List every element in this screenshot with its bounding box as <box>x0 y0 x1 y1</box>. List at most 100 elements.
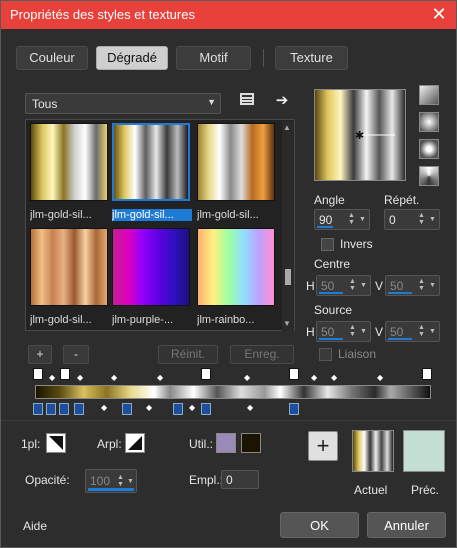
gallery-item-selected[interactable]: jlm-gold-sil... <box>112 123 192 221</box>
gallery-item[interactable]: jlm-gold-sil... <box>197 123 275 221</box>
spinner-arrows-icon[interactable]: ▲ ▼ <box>348 212 355 226</box>
chevron-down-icon[interactable]: ▼ <box>359 216 366 223</box>
user-color-swatch-2[interactable] <box>241 433 261 453</box>
opacity-level-bar <box>88 488 134 491</box>
rectangular-style-button[interactable] <box>419 112 439 132</box>
top-stop[interactable] <box>422 368 432 380</box>
gallery-scrollbar[interactable]: ▲ ▼ <box>282 121 294 331</box>
center-v-spinner[interactable]: 50 ▲ ▼ ▼ <box>385 275 440 296</box>
filter-dropdown[interactable]: Tous ▼ <box>25 93 221 114</box>
spinner-arrows-icon[interactable]: ▲ ▼ <box>349 278 356 292</box>
add-gradient-button[interactable]: + <box>28 345 52 364</box>
chevron-down-icon[interactable]: ▼ <box>429 216 436 223</box>
source-v-spinner[interactable]: 50 ▲ ▼ ▼ <box>385 321 440 342</box>
opacity-spinner[interactable]: 100 ▲ ▼ ▼ <box>85 469 137 493</box>
angle-value: 90 <box>319 213 333 227</box>
radial-style-button[interactable] <box>419 139 439 159</box>
midpoint-diamond[interactable]: ◆ <box>49 373 55 382</box>
chevron-down-icon[interactable]: ▼ <box>360 282 367 289</box>
ok-button[interactable]: OK <box>280 512 359 538</box>
gradient-preview[interactable]: ✱ <box>314 89 406 181</box>
save-gradient-button[interactable]: Enreg. <box>230 345 294 364</box>
bottom-stop[interactable] <box>74 403 84 415</box>
location-field[interactable]: 0 <box>221 470 259 489</box>
midpoint-diamond[interactable]: ◆ <box>247 403 253 412</box>
center-label: Centre <box>314 257 351 271</box>
gallery-item[interactable]: jlm-gold-sil... <box>30 228 108 326</box>
top-stop[interactable] <box>60 368 70 380</box>
midpoint-diamond[interactable]: ◆ <box>331 373 337 382</box>
spinner-arrows-icon[interactable]: ▲ ▼ <box>418 324 425 338</box>
spinner-arrows-icon[interactable]: ▲ ▼ <box>418 278 425 292</box>
previous-swatch[interactable] <box>403 430 445 472</box>
center-v-level-bar <box>388 292 412 294</box>
source-h-level-bar <box>319 338 343 340</box>
gallery-item[interactable]: jlm-purple-... <box>112 228 190 326</box>
bottom-stop[interactable] <box>46 403 56 415</box>
gallery-item[interactable]: jlm-rainbo... <box>197 228 275 326</box>
foreground-swatch[interactable] <box>46 433 66 453</box>
spinner-arrows-icon[interactable]: ▲ ▼ <box>418 212 425 226</box>
angle-spinner[interactable]: 90 ▲ ▼ ▼ <box>314 209 370 230</box>
cancel-button[interactable]: Annuler <box>367 512 446 538</box>
arrow-right-icon[interactable]: ➔ <box>272 91 292 111</box>
midpoint-diamond[interactable]: ◆ <box>377 373 383 382</box>
chevron-down-icon[interactable]: ▼ <box>127 478 134 485</box>
midpoint-diamond[interactable]: ◆ <box>101 403 107 412</box>
repeat-spinner[interactable]: 0 ▲ ▼ ▼ <box>384 209 440 230</box>
bottom-stop[interactable] <box>289 403 299 415</box>
scrollbar-thumb[interactable] <box>285 269 291 285</box>
close-icon[interactable]: ✕ <box>422 1 456 29</box>
spinner-arrows-icon[interactable]: ▲ ▼ <box>117 474 124 488</box>
gradient-thumbnail <box>112 228 190 306</box>
reset-button[interactable]: Réinit. <box>158 345 218 364</box>
bottom-stop[interactable] <box>173 403 183 415</box>
midpoint-diamond[interactable]: ◆ <box>157 373 163 382</box>
tab-color[interactable]: Couleur <box>16 46 88 70</box>
help-link[interactable]: Aide <box>23 519 47 533</box>
tab-texture[interactable]: Texture <box>275 46 348 70</box>
chevron-down-icon[interactable]: ▼ <box>429 282 436 289</box>
center-h-spinner[interactable]: 50 ▲ ▼ ▼ <box>316 275 371 296</box>
resource-manager-icon[interactable] <box>237 92 257 112</box>
midpoint-diamond[interactable]: ◆ <box>77 373 83 382</box>
midpoint-diamond[interactable]: ◆ <box>311 373 317 382</box>
current-swatch[interactable] <box>352 430 394 472</box>
bottom-stop[interactable] <box>33 403 43 415</box>
tab-pattern[interactable]: Motif <box>176 46 251 70</box>
bottom-stop[interactable] <box>59 403 69 415</box>
source-h-spinner[interactable]: 50 ▲ ▼ ▼ <box>316 321 371 342</box>
user-color-swatch[interactable] <box>216 433 236 453</box>
midpoint-diamond[interactable]: ◆ <box>189 403 195 412</box>
top-stop[interactable] <box>33 368 43 380</box>
invert-checkbox[interactable] <box>321 238 334 251</box>
sunburst-style-button[interactable] <box>419 166 439 186</box>
scroll-up-icon[interactable]: ▲ <box>283 123 291 132</box>
midpoint-diamond[interactable]: ◆ <box>244 373 250 382</box>
bottom-stop[interactable] <box>201 403 211 415</box>
scroll-down-icon[interactable]: ▼ <box>283 319 291 328</box>
location-value: 0 <box>226 473 233 487</box>
source-h-label: H <box>306 325 315 339</box>
midpoint-diamond[interactable]: ◆ <box>146 403 152 412</box>
chevron-down-icon[interactable]: ▼ <box>429 328 436 335</box>
gradient-bar[interactable] <box>35 385 431 399</box>
spinner-arrows-icon[interactable]: ▲ ▼ <box>349 324 356 338</box>
angle-label: Angle <box>314 193 345 207</box>
midpoint-diamond[interactable]: ◆ <box>111 373 117 382</box>
gallery-item[interactable]: jlm-gold-sil... <box>30 123 108 221</box>
chevron-down-icon[interactable]: ▼ <box>360 328 367 335</box>
bottom-stop[interactable] <box>122 403 132 415</box>
add-to-swatches-button[interactable]: + <box>308 431 338 461</box>
linear-style-button[interactable] <box>419 85 439 105</box>
gradient-thumbnail <box>197 228 275 306</box>
link-checkbox[interactable] <box>319 348 332 361</box>
tab-gradient[interactable]: Dégradé <box>96 46 168 70</box>
gradient-thumbnail <box>30 228 108 306</box>
top-stop[interactable] <box>289 368 299 380</box>
source-v-value: 50 <box>390 325 404 339</box>
remove-gradient-button[interactable]: - <box>63 345 89 364</box>
top-stop[interactable] <box>201 368 211 380</box>
background-swatch[interactable] <box>125 433 145 453</box>
repeat-label: Répét. <box>384 193 420 207</box>
